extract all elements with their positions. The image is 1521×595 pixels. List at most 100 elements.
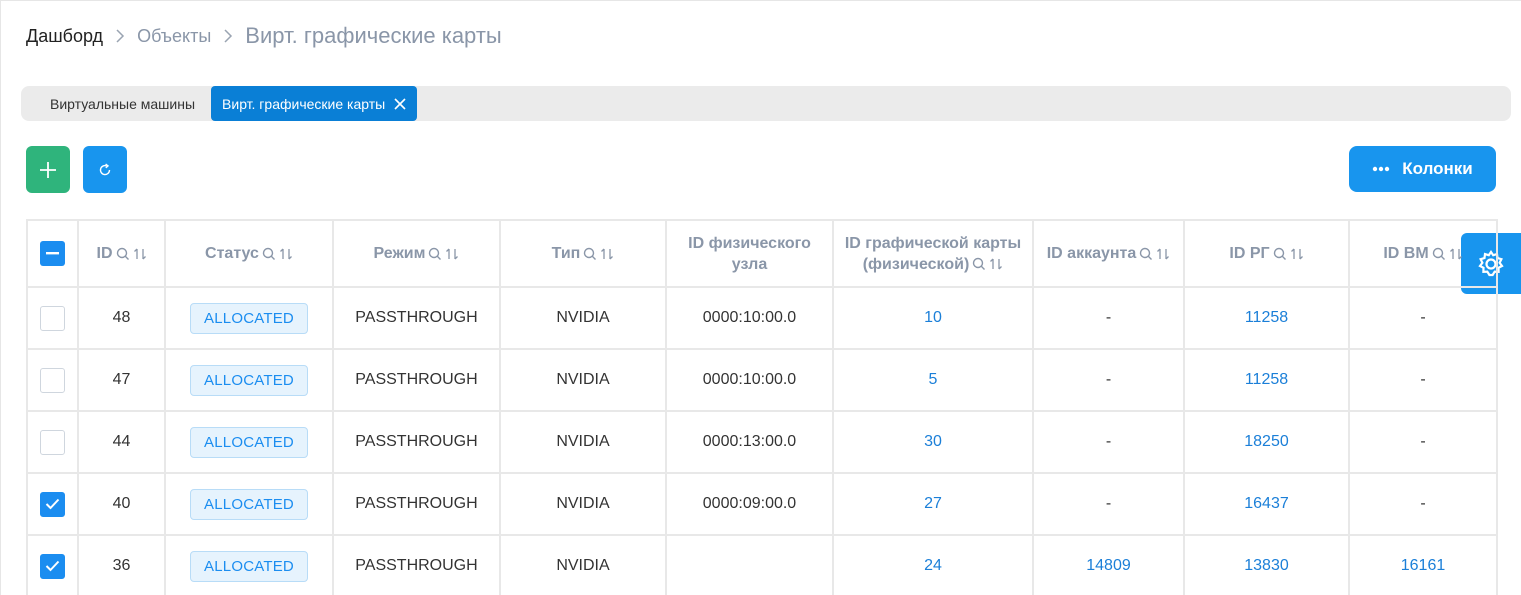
sort-icon[interactable] — [133, 247, 147, 261]
search-icon[interactable] — [262, 247, 276, 261]
page-title: Вирт. графические карты — [245, 23, 502, 48]
search-icon[interactable] — [583, 247, 597, 261]
search-icon[interactable] — [116, 247, 130, 261]
cell-gpu-phys-link[interactable]: 24 — [832, 534, 1034, 595]
header-vm-label: ID ВМ — [1383, 245, 1429, 262]
sort-icon[interactable] — [989, 257, 1003, 271]
row-checkbox[interactable] — [40, 553, 65, 579]
gpu-table: ID Статус Режим Тип ID физического узла … — [26, 219, 1498, 595]
search-icon[interactable] — [972, 257, 986, 271]
cell-phys-node: 0000:10:00.0 — [665, 286, 834, 350]
search-icon[interactable] — [1273, 247, 1287, 261]
row-select-cell[interactable] — [26, 286, 79, 350]
cell-rg-link[interactable]: 16437 — [1183, 472, 1350, 536]
cell-account: - — [1032, 410, 1185, 474]
sort-icon[interactable] — [600, 247, 614, 261]
header-gpu-phys[interactable]: ID графической карты (физической) — [832, 219, 1034, 288]
tab-virtual-gpus[interactable]: Вирт. графические карты — [211, 86, 418, 121]
header-type[interactable]: Тип — [499, 219, 667, 288]
row-checkbox[interactable] — [40, 429, 65, 455]
refresh-icon — [99, 162, 111, 175]
status-badge: ALLOCATED — [190, 426, 308, 458]
header-phys-node-label: ID физического узла — [688, 234, 811, 273]
header-mode[interactable]: Режим — [332, 219, 501, 288]
cell-type: NVIDIA — [499, 410, 667, 474]
header-vm[interactable]: ID ВМ — [1348, 219, 1498, 288]
cell-account[interactable]: 14809 — [1032, 534, 1185, 595]
cell-status: ALLOCATED — [164, 348, 334, 412]
header-status[interactable]: Статус — [164, 219, 334, 288]
cell-rg-link[interactable]: 11258 — [1183, 286, 1350, 350]
cell-mode: PASSTHROUGH — [332, 534, 501, 595]
search-icon[interactable] — [1139, 247, 1153, 261]
select-all-cell[interactable] — [26, 219, 79, 288]
row-select-cell[interactable] — [26, 472, 79, 536]
cell-vm: - — [1348, 286, 1498, 350]
header-phys-node[interactable]: ID физического узла — [665, 219, 834, 288]
columns-label: Колонки — [1402, 159, 1473, 178]
tab-label: Вирт. графические карты — [222, 95, 386, 112]
sort-icon[interactable] — [1156, 247, 1170, 261]
breadcrumb-objects[interactable]: Объекты — [137, 26, 211, 47]
table-row[interactable]: 40 ALLOCATED PASSTHROUGH NVIDIA 0000:09:00.0… — [26, 472, 1498, 536]
cell-status: ALLOCATED — [164, 534, 334, 595]
breadcrumb: Дашборд Объекты Вирт. графические карты — [26, 22, 502, 50]
chevron-right-icon — [223, 29, 233, 43]
cell-account: - — [1032, 472, 1185, 536]
sort-icon[interactable] — [1449, 247, 1463, 261]
refresh-button[interactable] — [83, 146, 127, 193]
cell-mode: PASSTHROUGH — [332, 472, 501, 536]
cell-phys-node: 0000:10:00.0 — [665, 348, 834, 412]
breadcrumb-dashboard[interactable]: Дашборд — [26, 26, 103, 47]
cell-gpu-phys-link[interactable]: 10 — [832, 286, 1034, 350]
table-row[interactable]: 48 ALLOCATED PASSTHROUGH NVIDIA 0000:10:00.0… — [26, 286, 1498, 350]
row-checkbox[interactable] — [40, 491, 65, 517]
row-select-cell[interactable] — [26, 348, 79, 412]
cell-phys-node: 0000:09:00.0 — [665, 472, 834, 536]
row-select-cell[interactable] — [26, 410, 79, 474]
row-checkbox[interactable] — [40, 305, 65, 331]
header-rg[interactable]: ID РГ — [1183, 219, 1350, 288]
sort-icon[interactable] — [445, 247, 459, 261]
cell-rg-link[interactable]: 13830 — [1183, 534, 1350, 595]
cell-phys-node — [665, 534, 834, 595]
search-icon[interactable] — [428, 247, 442, 261]
cell-type: NVIDIA — [499, 472, 667, 536]
table-header-row: ID Статус Режим Тип ID физического узла … — [26, 219, 1498, 288]
row-select-cell[interactable] — [26, 534, 79, 595]
tabs-bar: Виртуальные машины Вирт. графические кар… — [21, 86, 1511, 121]
cell-status: ALLOCATED — [164, 472, 334, 536]
status-badge: ALLOCATED — [190, 488, 308, 520]
header-mode-label: Режим — [373, 245, 426, 262]
cell-vm[interactable]: 16161 — [1348, 534, 1498, 595]
sort-icon[interactable] — [1290, 247, 1304, 261]
cell-gpu-phys-link[interactable]: 27 — [832, 472, 1034, 536]
select-all-checkbox[interactable] — [40, 241, 65, 266]
cell-id: 36 — [77, 534, 166, 595]
table-body: 48 ALLOCATED PASSTHROUGH NVIDIA 0000:10:00.0… — [26, 286, 1498, 595]
cell-gpu-phys-link[interactable]: 5 — [832, 348, 1034, 412]
header-account[interactable]: ID аккаунта — [1032, 219, 1185, 288]
cell-rg-link[interactable]: 11258 — [1183, 348, 1350, 412]
add-button[interactable] — [26, 146, 70, 193]
row-checkbox[interactable] — [40, 367, 65, 393]
table-row[interactable]: 44 ALLOCATED PASSTHROUGH NVIDIA 0000:13:00.0… — [26, 410, 1498, 474]
columns-button[interactable]: Колонки — [1349, 146, 1496, 192]
chevron-right-icon — [115, 29, 125, 43]
cell-rg-link[interactable]: 18250 — [1183, 410, 1350, 474]
cell-id: 48 — [77, 286, 166, 350]
header-id[interactable]: ID — [77, 219, 166, 288]
cell-status: ALLOCATED — [164, 286, 334, 350]
search-icon[interactable] — [1432, 247, 1446, 261]
cell-phys-node: 0000:13:00.0 — [665, 410, 834, 474]
tab-virtual-machines[interactable]: Виртуальные машины — [21, 86, 211, 121]
cell-id: 47 — [77, 348, 166, 412]
table-row[interactable]: 47 ALLOCATED PASSTHROUGH NVIDIA 0000:10:00.0… — [26, 348, 1498, 412]
cell-gpu-phys-link[interactable]: 30 — [832, 410, 1034, 474]
table-row[interactable]: 36 ALLOCATED PASSTHROUGH NVIDIA 24 14809 13830… — [26, 534, 1498, 595]
status-badge: ALLOCATED — [190, 364, 308, 396]
cell-id: 44 — [77, 410, 166, 474]
sort-icon[interactable] — [279, 247, 293, 261]
cell-mode: PASSTHROUGH — [332, 410, 501, 474]
close-icon[interactable] — [394, 97, 406, 110]
